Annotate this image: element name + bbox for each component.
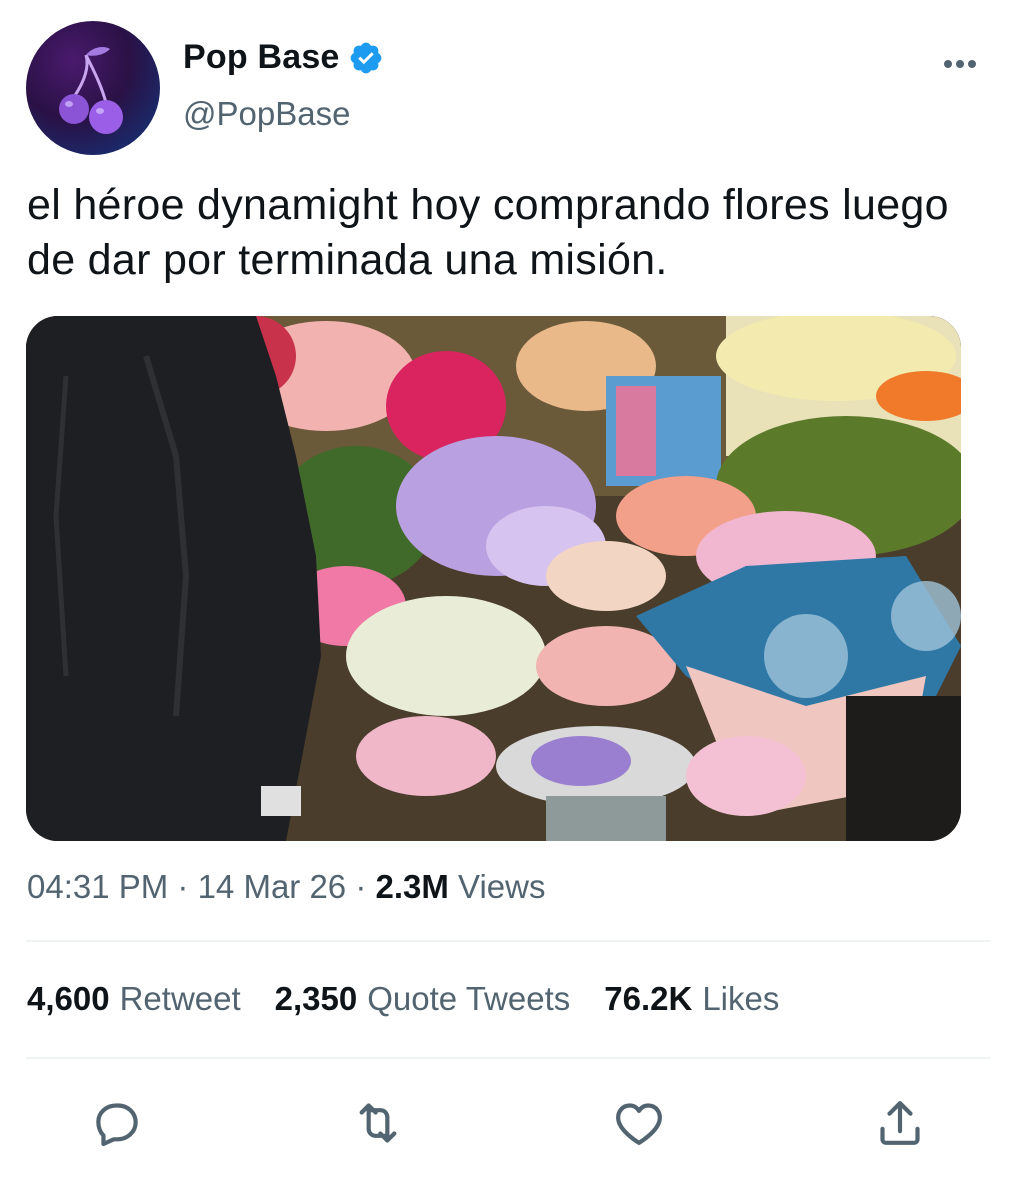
tweet-stats: 4,600 Retweet 2,350 Quote Tweets 76.2K L…: [27, 980, 813, 1018]
tweet-image[interactable]: [26, 316, 961, 841]
avatar[interactable]: [26, 21, 160, 155]
verified-badge-icon: [348, 40, 384, 76]
cherry-icon: [59, 47, 123, 134]
reply-icon: [96, 1103, 138, 1147]
views-count: 2.3M: [375, 868, 449, 905]
quotes-label: Quote Tweets: [367, 980, 571, 1017]
likes-stat[interactable]: 76.2K Likes: [604, 980, 779, 1018]
tweet-date[interactable]: 14 Mar 26: [198, 868, 347, 905]
reply-button[interactable]: [89, 1095, 145, 1151]
meta-separator-2: ·: [346, 868, 376, 905]
author-handle[interactable]: @PopBase: [183, 95, 350, 133]
share-button[interactable]: [872, 1095, 928, 1151]
tweet-text: el héroe dynamight hoy comprando flores …: [27, 181, 949, 284]
meta-separator: ·: [168, 868, 198, 905]
retweet-icon: [359, 1103, 397, 1143]
tweet-meta: 04:31 PM · 14 Mar 26 · 2.3M Views: [27, 868, 545, 906]
tweet-time[interactable]: 04:31 PM: [27, 868, 168, 905]
author-name-row[interactable]: Pop Base: [183, 38, 384, 77]
quotes-stat[interactable]: 2,350 Quote Tweets: [275, 980, 571, 1018]
share-icon: [880, 1101, 920, 1145]
retweets-stat[interactable]: 4,600 Retweet: [27, 980, 241, 1018]
like-icon: [616, 1103, 662, 1145]
views-label: Views: [458, 868, 546, 905]
likes-count: 76.2K: [604, 980, 693, 1017]
retweets-label: Retweet: [119, 980, 241, 1017]
retweets-count: 4,600: [27, 980, 110, 1017]
display-name[interactable]: Pop Base: [183, 38, 340, 77]
tweet-card: Pop Base @PopBase el héroe dynamight hoy…: [0, 0, 1017, 1200]
divider: [26, 1057, 991, 1059]
likes-label: Likes: [702, 980, 780, 1017]
more-options-icon[interactable]: [940, 52, 980, 76]
divider: [26, 940, 991, 942]
like-button[interactable]: [611, 1095, 667, 1151]
retweet-button[interactable]: [350, 1095, 406, 1151]
quotes-count: 2,350: [274, 980, 358, 1017]
